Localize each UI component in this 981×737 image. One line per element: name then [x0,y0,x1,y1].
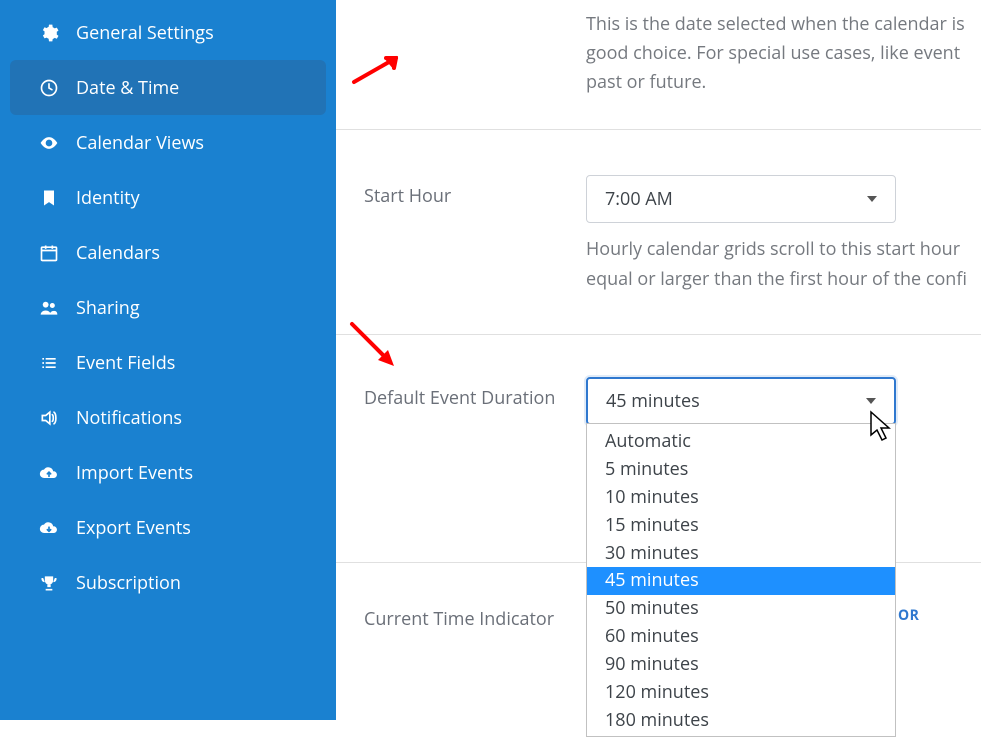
start-hour-help: Hourly calendar grids scroll to this sta… [586,235,981,293]
list-icon [38,352,60,374]
sidebar-item-import-events[interactable]: Import Events [10,445,326,500]
sidebar-item-label: General Settings [76,21,214,45]
content-area: This is the date selected when the calen… [336,0,981,720]
duration-option[interactable]: 30 minutes [587,539,895,567]
volume-icon [38,407,60,429]
sidebar-item-label: Import Events [76,461,193,485]
calendar-icon [38,242,60,264]
cloud-down-icon [38,517,60,539]
sidebar-item-label: Event Fields [76,351,175,375]
caret-down-icon [866,398,876,404]
sidebar-item-label: Date & Time [76,76,179,100]
setting-row-start-hour: Start Hour 7:00 AM Hourly calendar grids… [336,130,981,334]
duration-option[interactable]: 5 minutes [587,456,895,484]
start-hour-label: Start Hour [364,175,586,293]
default-duration-label: Default Event Duration [364,377,586,507]
sidebar-item-general-settings[interactable]: General Settings [10,5,326,60]
sidebar-item-date-time[interactable]: Date & Time [10,60,326,115]
duration-option[interactable]: 90 minutes [587,650,895,678]
default-duration-value: 45 minutes [606,389,700,413]
duration-option[interactable]: 50 minutes [587,595,895,623]
sidebar-item-label: Calendar Views [76,131,204,155]
sidebar-item-event-fields[interactable]: Event Fields [10,335,326,390]
users-icon [38,297,60,319]
sidebar-item-subscription[interactable]: Subscription [10,555,326,610]
current-time-label: Current Time Indicator [364,598,586,633]
sidebar-item-notifications[interactable]: Notifications [10,390,326,445]
setting-row-default-date: This is the date selected when the calen… [336,0,981,130]
caret-down-icon [867,196,877,202]
sidebar-item-label: Subscription [76,571,181,595]
clock-icon [38,77,60,99]
sidebar-item-label: Notifications [76,406,182,430]
duration-option[interactable]: 45 minutes [587,567,895,595]
sidebar-item-calendar-views[interactable]: Calendar Views [10,115,326,170]
sidebar-item-label: Sharing [76,296,140,320]
eye-icon [38,132,60,154]
sidebar-item-export-events[interactable]: Export Events [10,500,326,555]
duration-option[interactable]: 10 minutes [587,483,895,511]
duration-option[interactable]: 60 minutes [587,623,895,651]
start-hour-value: 7:00 AM [605,187,673,211]
bookmark-icon [38,187,60,209]
default-date-help: This is the date selected when the calen… [586,10,981,97]
default-duration-select[interactable]: 45 minutes [586,377,896,425]
sidebar: General Settings Date & Time Calendar Vi… [0,0,336,720]
sidebar-item-sharing[interactable]: Sharing [10,280,326,335]
duration-option[interactable]: Automatic [587,428,895,456]
sidebar-item-label: Export Events [76,516,191,540]
gear-icon [38,22,60,44]
duration-option[interactable]: 15 minutes [587,511,895,539]
sidebar-item-calendars[interactable]: Calendars [10,225,326,280]
trophy-icon [38,572,60,594]
sidebar-item-label: Calendars [76,241,160,265]
sidebar-item-label: Identity [76,186,140,210]
setting-row-default-duration: Default Event Duration 45 minutes Automa… [336,335,981,563]
cloud-up-icon [38,462,60,484]
start-hour-select[interactable]: 7:00 AM [586,175,896,223]
sidebar-item-identity[interactable]: Identity [10,170,326,225]
duration-option[interactable]: 120 minutes [587,678,895,706]
current-time-link-fragment[interactable]: OR [898,606,919,625]
default-duration-menu: Automatic 5 minutes 10 minutes 15 minute… [586,423,896,737]
